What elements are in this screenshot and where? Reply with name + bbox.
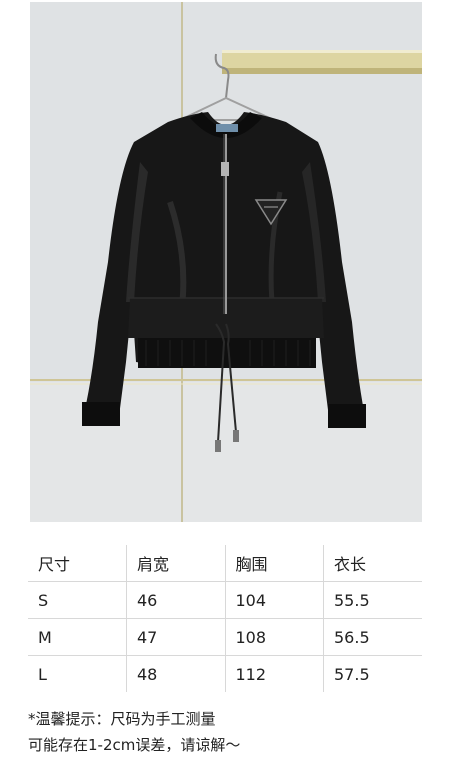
jacket-image	[30, 2, 422, 522]
table-cell: 48	[126, 655, 226, 692]
table-cell: 46	[126, 581, 226, 619]
table-cell: M	[28, 618, 127, 656]
table-cell: 55.5	[323, 581, 422, 619]
table-cell: 56.5	[323, 618, 422, 656]
table-cell: 57.5	[323, 655, 422, 692]
table-header-cell: 胸围	[224, 545, 324, 582]
table-cell: 112	[224, 655, 324, 692]
table-header-cell: 尺寸	[28, 545, 127, 582]
table-row: L 48 112 57.5	[28, 655, 422, 692]
product-photo[interactable]	[30, 2, 422, 522]
table-cell: 47	[126, 618, 226, 656]
table-header-cell: 肩宽	[126, 545, 226, 582]
table-header-cell: 衣长	[323, 545, 422, 582]
table-row: M 47 108 56.5	[28, 618, 422, 656]
measurement-note-line-2: 可能存在1-2cm误差，请谅解～	[28, 736, 241, 754]
table-cell: S	[28, 581, 127, 619]
table-cell: L	[28, 655, 127, 692]
product-detail-page: 尺寸 肩宽 胸围 衣长 S 46 104 55.5 M 47 108 56.5 …	[0, 0, 450, 758]
table-cell: 108	[224, 618, 324, 656]
measurement-note-line-1: *温馨提示：尺码为手工测量	[28, 710, 216, 728]
table-row: S 46 104 55.5	[28, 581, 422, 619]
table-header-row: 尺寸 肩宽 胸围 衣长	[28, 545, 422, 582]
table-cell: 104	[224, 581, 324, 619]
size-chart-table: 尺寸 肩宽 胸围 衣长 S 46 104 55.5 M 47 108 56.5 …	[28, 545, 422, 692]
